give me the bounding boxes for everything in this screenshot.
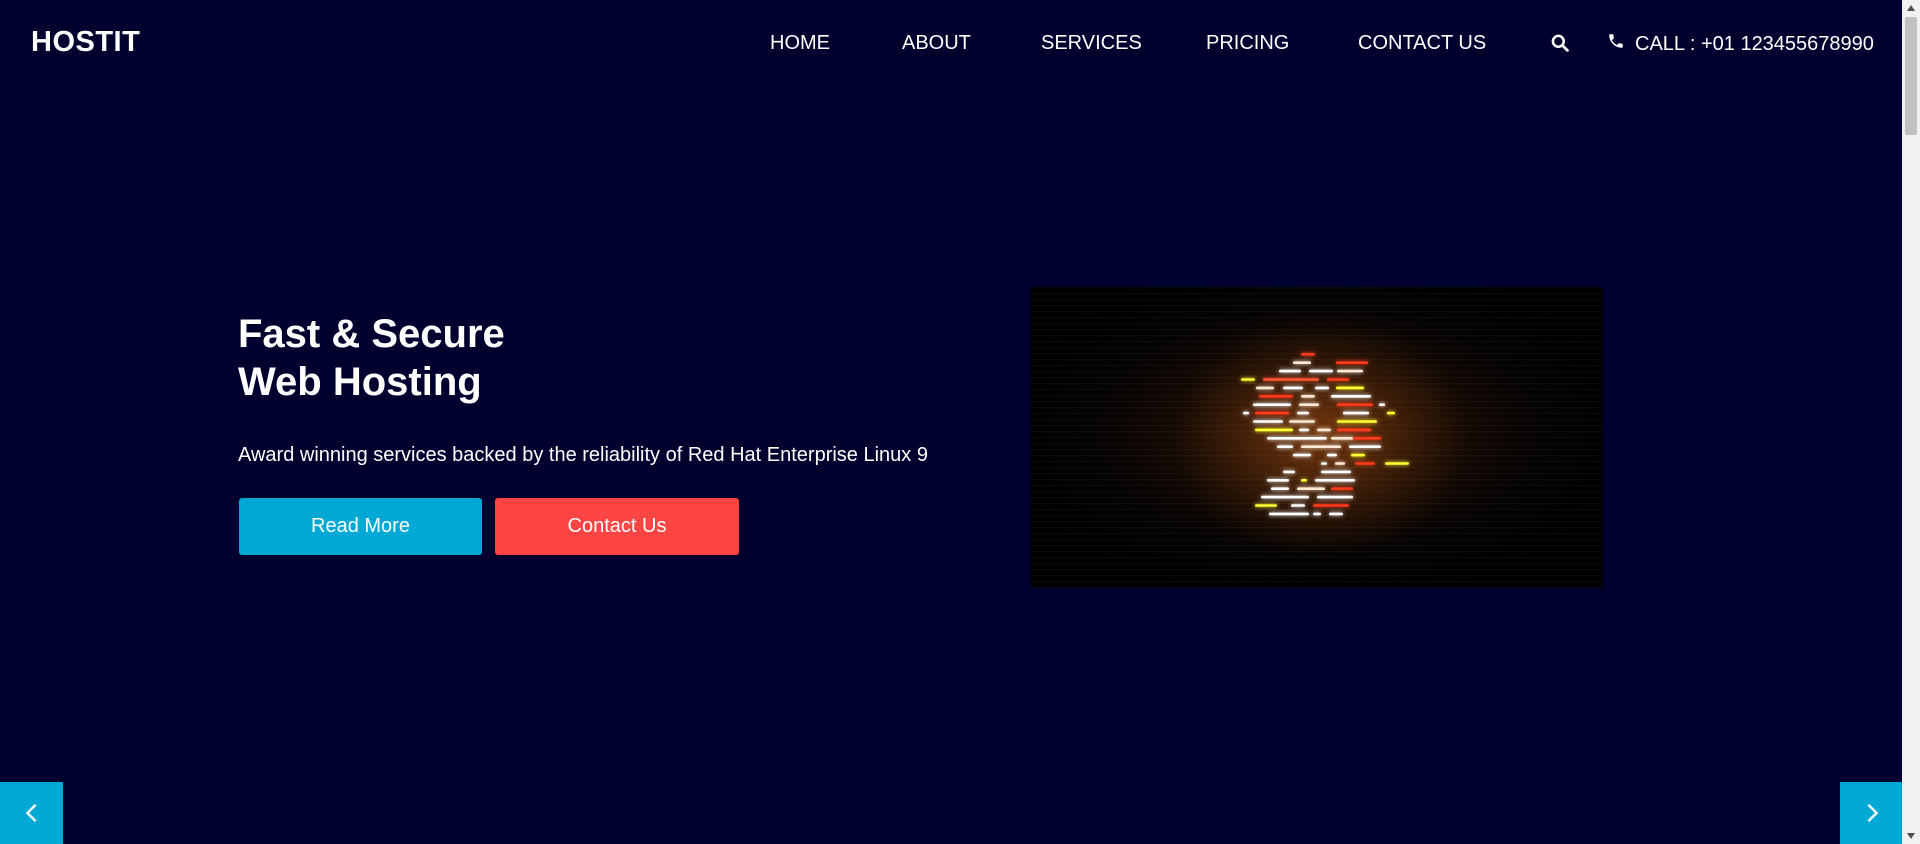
code-dash xyxy=(1353,437,1381,440)
code-dash xyxy=(1277,445,1293,448)
code-dash xyxy=(1243,411,1249,415)
chevron-left-icon xyxy=(25,803,37,823)
nav-item-pricing[interactable]: PRICING xyxy=(1206,32,1289,55)
code-dash xyxy=(1297,487,1325,490)
code-dash xyxy=(1343,411,1369,415)
code-dash xyxy=(1331,437,1353,440)
phone-icon xyxy=(1607,32,1625,56)
code-dash xyxy=(1327,453,1337,457)
code-dash xyxy=(1321,470,1351,474)
code-dash xyxy=(1355,462,1375,465)
code-dash xyxy=(1301,479,1307,482)
code-dash xyxy=(1253,420,1283,423)
vertical-scrollbar[interactable] xyxy=(1902,0,1920,844)
code-dash xyxy=(1253,403,1291,406)
scroll-up-icon[interactable] xyxy=(1902,0,1920,16)
site-header: HOSTIT HOME ABOUT SERVICES PRICING CONTA… xyxy=(0,0,1902,88)
code-dash xyxy=(1315,386,1329,390)
code-dash xyxy=(1313,504,1349,507)
code-dash xyxy=(1255,428,1293,432)
code-dash xyxy=(1261,495,1309,499)
code-dash xyxy=(1327,378,1349,381)
code-dash xyxy=(1293,361,1311,364)
code-dash xyxy=(1299,428,1309,432)
code-dash xyxy=(1256,386,1274,390)
code-dash xyxy=(1349,445,1381,448)
code-dash xyxy=(1337,403,1373,406)
brand-logo[interactable]: HOSTIT xyxy=(31,26,140,59)
code-dash xyxy=(1283,470,1295,474)
glowing-code-illustration xyxy=(1171,317,1471,557)
code-dash xyxy=(1351,453,1365,457)
hero-image xyxy=(1031,287,1603,588)
code-dash xyxy=(1313,512,1321,516)
code-dash xyxy=(1255,504,1277,507)
code-dash xyxy=(1309,369,1333,373)
carousel-next-button[interactable] xyxy=(1840,782,1903,844)
code-dash xyxy=(1317,428,1331,432)
code-dash xyxy=(1291,504,1305,507)
hero-title-line1: Fast & Secure xyxy=(238,312,505,356)
code-dash xyxy=(1271,487,1289,490)
code-dash xyxy=(1329,512,1343,516)
scrollbar-thumb[interactable] xyxy=(1905,17,1917,135)
code-dash xyxy=(1293,453,1311,457)
code-dash xyxy=(1315,479,1355,482)
scroll-down-icon[interactable] xyxy=(1902,828,1920,844)
code-dash xyxy=(1283,386,1303,390)
code-dash xyxy=(1269,512,1309,516)
nav-item-contact-us[interactable]: CONTACT US xyxy=(1358,32,1486,55)
code-dash xyxy=(1387,411,1395,415)
code-dash xyxy=(1279,369,1301,373)
code-dash xyxy=(1299,403,1319,406)
carousel-prev-button[interactable] xyxy=(0,782,63,844)
code-dash xyxy=(1335,462,1345,465)
code-dash xyxy=(1336,361,1368,364)
code-dash xyxy=(1321,462,1327,465)
code-dash xyxy=(1301,445,1341,448)
hero-heading: Fast & Secure Web Hosting xyxy=(238,310,638,406)
search-icon[interactable] xyxy=(1550,33,1572,55)
code-dash xyxy=(1337,420,1377,423)
code-dash xyxy=(1241,378,1255,381)
code-dash xyxy=(1331,487,1353,490)
chevron-right-icon xyxy=(1866,803,1878,823)
code-dash xyxy=(1267,437,1327,440)
read-more-button[interactable]: Read More xyxy=(239,498,482,555)
code-dash xyxy=(1267,479,1289,482)
code-dash xyxy=(1385,462,1409,465)
hero-title-line2: Web Hosting xyxy=(238,360,482,404)
code-dash xyxy=(1263,378,1319,381)
code-dash xyxy=(1331,395,1371,398)
code-dash xyxy=(1297,411,1309,415)
call-text: CALL : +01 123455678990 xyxy=(1635,32,1874,55)
code-dash xyxy=(1337,369,1363,373)
hero-subtitle: Award winning services backed by the rel… xyxy=(238,444,928,466)
nav-item-home[interactable]: HOME xyxy=(770,32,830,55)
code-dash xyxy=(1336,386,1364,390)
code-dash xyxy=(1255,411,1289,415)
nav-item-about[interactable]: ABOUT xyxy=(902,32,971,55)
code-dash xyxy=(1337,428,1371,432)
code-dash xyxy=(1301,353,1315,356)
nav-item-services[interactable]: SERVICES xyxy=(1041,32,1142,55)
code-dash xyxy=(1301,395,1315,398)
code-dash xyxy=(1317,495,1353,499)
contact-us-button[interactable]: Contact Us xyxy=(495,498,739,555)
code-dash xyxy=(1259,395,1293,398)
call-info[interactable]: CALL : +01 123455678990 xyxy=(1607,32,1874,56)
code-dash xyxy=(1379,403,1385,406)
code-dash xyxy=(1289,420,1315,423)
